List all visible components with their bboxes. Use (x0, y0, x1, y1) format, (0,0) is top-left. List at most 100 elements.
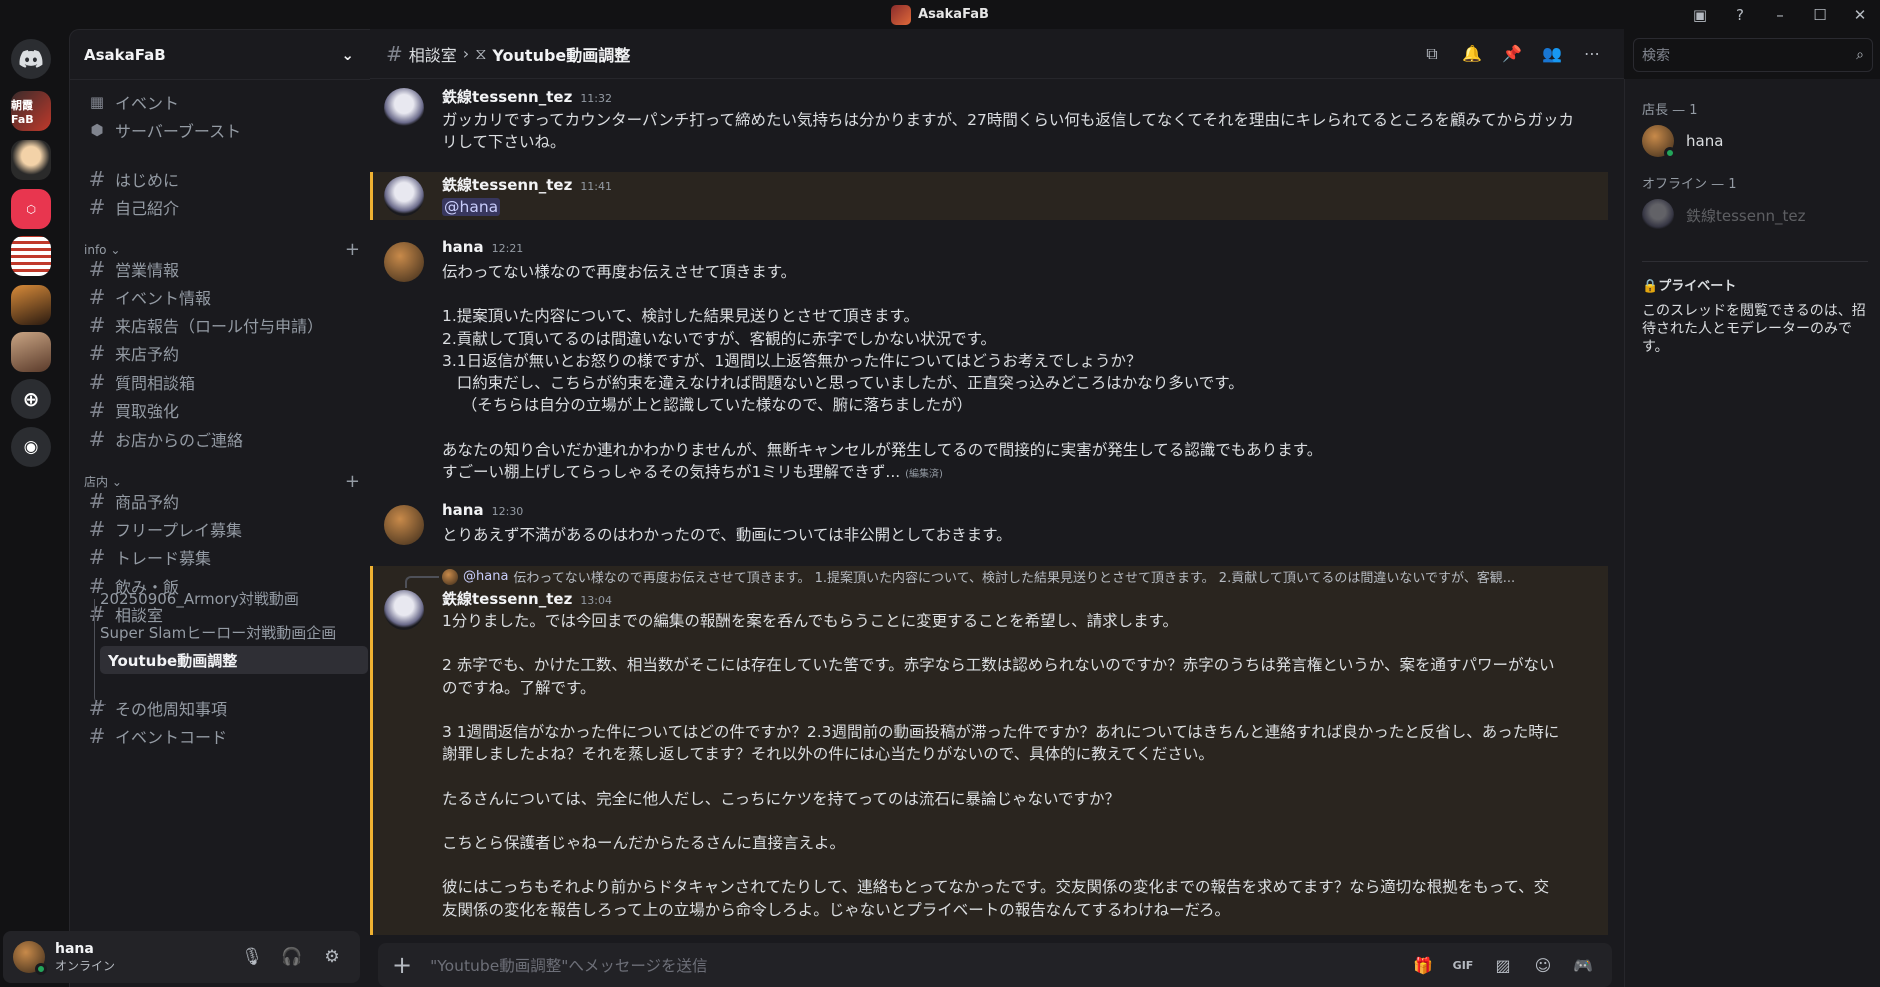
guild-header[interactable]: AsakaFaB ⌄ (70, 30, 370, 80)
server-3[interactable]: ⬡ (11, 189, 51, 229)
pin-icon[interactable]: 📌 (1496, 38, 1528, 70)
calendar-icon: ▦ (89, 93, 105, 111)
server-rail: 朝霞FaB ⬡ ⊕ ◉ (0, 29, 64, 987)
close-button[interactable]: ✕ (1840, 0, 1880, 29)
message-composer[interactable]: + "Youtube動画調整"へメッセージを送信 🎁 GIF ▨ ☺ 🎮 (378, 943, 1612, 987)
mention-chip[interactable]: @hana (442, 198, 501, 216)
thread-item[interactable]: 20250906_Armory対戦動画 (92, 584, 299, 612)
gif-icon[interactable]: GIF (1448, 950, 1478, 980)
channel-item[interactable]: # 来店報告（ロール付与申請） (78, 310, 362, 340)
gear-icon[interactable]: ⚙ (314, 941, 350, 973)
emoji-icon[interactable]: ☺ (1528, 950, 1558, 980)
author-name[interactable]: 鉄線tessenn_tez (442, 86, 572, 107)
channel-item[interactable]: # トレード募集 (78, 542, 362, 572)
boost-icon: ⬢ (90, 121, 104, 139)
reply-preview[interactable]: @hana 伝わってない様なので再度お伝えさせて頂きます。 1.提案頂いた内容に… (442, 567, 1572, 586)
server-2[interactable] (11, 140, 51, 180)
avatar[interactable] (384, 88, 424, 128)
channel-hajimeni[interactable]: # はじめに (78, 164, 362, 194)
search-input[interactable]: 検索 ⌕ (1633, 38, 1873, 72)
chevron-down-icon: ⌄ (341, 45, 354, 64)
channel-header: # 相談室 › ⧖ Youtube動画調整 ⧉ 🔔 📌 👥 ⋯ (370, 29, 1624, 79)
apps-icon[interactable]: 🎮 (1568, 950, 1598, 980)
title-bar: AsakaFaB ▣ ? – ☐ ✕ (0, 0, 1880, 29)
composer-placeholder[interactable]: "Youtube動画調整"へメッセージを送信 (430, 954, 707, 976)
username: hana (55, 940, 94, 957)
hash-icon: # (88, 724, 106, 748)
maximize-button[interactable]: ☐ (1800, 0, 1840, 29)
members-icon[interactable]: 👥 (1536, 38, 1568, 70)
discover-icon[interactable]: ◉ (11, 427, 51, 467)
channel-item[interactable]: # その他周知事項 (78, 693, 362, 723)
help-icon[interactable]: ? (1720, 0, 1760, 29)
sticker-icon[interactable]: ▨ (1488, 950, 1518, 980)
author-name[interactable]: hana (442, 501, 484, 519)
more-options-icon[interactable]: ⋯ (1576, 38, 1608, 70)
message: hana 12:21 伝わってない様なので再度お伝えさせて頂きます。 1.提案頂い… (370, 232, 1610, 481)
gift-icon[interactable]: 🎁 (1408, 950, 1438, 980)
window-title: AsakaFaB (918, 7, 989, 22)
message-highlighted: 鉄線tessenn_tez 11:41 @hana (370, 172, 1608, 220)
message-body: とりあえず不満があるのはわかったので、動画については非公開としておきます。 (442, 526, 1012, 544)
channel-item[interactable]: # 商品予約 (78, 486, 362, 516)
breadcrumb-parent[interactable]: 相談室 (409, 42, 457, 66)
avatar[interactable] (13, 941, 47, 975)
message-body: @hana (442, 196, 1582, 218)
channel-item[interactable]: # お店からのご連絡 (78, 424, 362, 454)
author-name[interactable]: 鉄線tessenn_tez (442, 588, 572, 609)
server-6[interactable] (11, 332, 51, 372)
member-item[interactable]: 鉄線tessenn_tez (1642, 199, 1805, 231)
threads-icon[interactable]: ⧉ (1416, 38, 1448, 70)
channel-item[interactable]: # イベント情報 (78, 282, 362, 312)
discord-home-icon[interactable] (11, 39, 51, 79)
user-status: オンライン (55, 958, 116, 973)
add-server-icon[interactable]: ⊕ (11, 379, 51, 419)
author-name[interactable]: 鉄線tessenn_tez (442, 174, 572, 195)
thread-item-active[interactable]: Youtube動画調整 (100, 646, 368, 674)
hash-icon: # (88, 517, 106, 541)
bell-icon[interactable]: 🔔 (1456, 38, 1488, 70)
message: 鉄線tessenn_tez 11:32 ガッカリですってカウンターパンチ打って締め… (370, 80, 1610, 152)
search-icon: ⌕ (1856, 47, 1864, 63)
server-icon (891, 4, 912, 25)
channel-jikoshoukai[interactable]: # 自己紹介 (78, 192, 362, 222)
message-highlighted: @hana 伝わってない様なので再度お伝えさせて頂きます。 1.提案頂いた内容に… (370, 566, 1608, 935)
channel-item[interactable]: # フリープレイ募集 (78, 514, 362, 544)
server-boost-item[interactable]: ⬢ サーバーブースト (78, 115, 362, 145)
headphones-icon[interactable]: 🎧 (274, 941, 310, 973)
hash-icon: # (88, 313, 106, 337)
inbox-icon[interactable]: ▣ (1680, 0, 1720, 29)
thread-icon: ⧖ (475, 43, 487, 63)
server-4[interactable] (11, 236, 51, 276)
hash-icon: # (386, 41, 403, 66)
channel-item[interactable]: # 来店予約 (78, 338, 362, 368)
events-item[interactable]: ▦ イベント (78, 87, 362, 117)
message-header: 鉄線tessenn_tez 11:41 (442, 174, 612, 195)
channel-item[interactable]: # 質問相談箱 (78, 367, 362, 397)
microphone-icon[interactable]: 🎙 (234, 941, 270, 973)
member-item[interactable]: hana (1642, 125, 1723, 159)
message-header: hana 12:21 (442, 238, 523, 256)
author-name[interactable]: hana (442, 238, 484, 256)
avatar[interactable] (384, 176, 424, 216)
message-body: ガッカリですってカウンターパンチ打って締めたい気持ちは分かりますが、27時間くら… (442, 111, 1575, 152)
channel-item[interactable]: # 買取強化 (78, 395, 362, 425)
avatar[interactable] (384, 505, 424, 545)
thread-item[interactable]: Super Slamヒーロー対戦動画企画 (92, 618, 336, 646)
timestamp: 13:04 (580, 594, 613, 607)
breadcrumb-separator: › (462, 44, 470, 63)
hash-icon: # (88, 257, 106, 281)
minimize-button[interactable]: – (1760, 0, 1800, 29)
member-category: 店長 — 1 (1642, 103, 1698, 118)
server-asakafab[interactable]: 朝霞FaB (11, 91, 51, 131)
avatar[interactable] (384, 590, 424, 630)
hash-icon: # (88, 545, 106, 569)
attach-plus-icon[interactable]: + (392, 951, 412, 979)
server-5[interactable] (11, 285, 51, 325)
message-body: 1分りました。では今回までの編集の報酬を案を呑んでもらうことに変更することを希望… (442, 612, 1560, 919)
channel-item[interactable]: # イベントコード (78, 721, 362, 751)
avatar[interactable] (384, 242, 424, 282)
reply-connector (405, 576, 439, 588)
avatar (1642, 199, 1674, 231)
channel-item[interactable]: # 営業情報 (78, 254, 362, 284)
